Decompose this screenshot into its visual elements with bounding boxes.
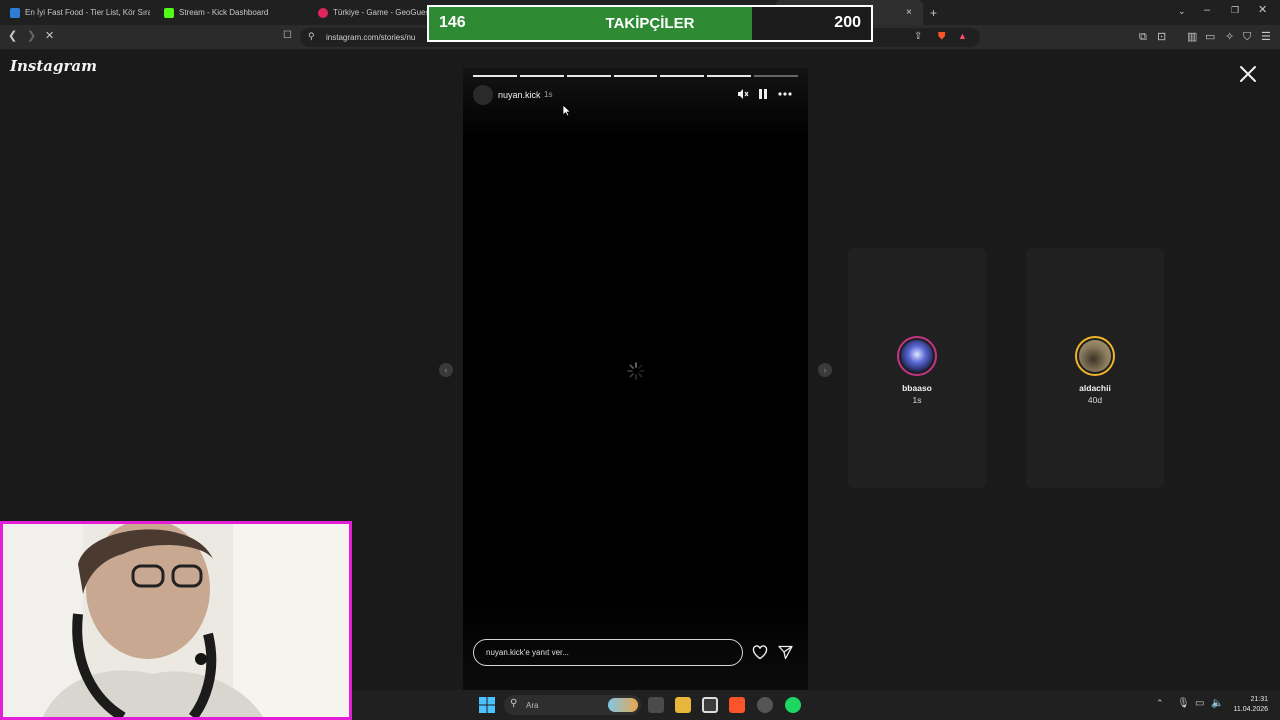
story-progress-segment [613, 75, 658, 77]
previous-story-icon[interactable]: ‹ [439, 363, 453, 377]
microphone-icon[interactable]: 🎙 [1177, 699, 1190, 709]
next-story-icon[interactable]: › [818, 363, 832, 377]
tab-list-icon[interactable]: ⌄ [1178, 7, 1186, 16]
story-progress-segment [519, 75, 564, 77]
preview-time: 1s [912, 395, 922, 405]
story-username[interactable]: nuyan.kick [498, 90, 541, 100]
new-tab-button[interactable]: + [930, 0, 937, 25]
window-close-icon[interactable]: ✕ [1258, 5, 1267, 16]
follower-count: 146 [439, 14, 466, 31]
bookmark-icon[interactable]: ☐ [283, 31, 292, 41]
avatar [1075, 336, 1115, 376]
avatar [897, 336, 937, 376]
tab-title: En İyi Fast Food - Tier List, Kör Sırala… [25, 8, 150, 17]
muted-icon[interactable] [737, 88, 749, 100]
wallet-icon[interactable]: ▭ [1205, 32, 1215, 43]
tab-title: Stream - Kick Dashboard [179, 8, 269, 17]
tab-geoguessr[interactable]: Türkiye - Game - GeoGuessr [318, 0, 428, 25]
preview-username: aldachii [1079, 383, 1111, 393]
like-heart-icon[interactable] [752, 645, 768, 660]
follower-goal-label: TAKİPÇİLER [605, 15, 695, 32]
task-view-icon[interactable] [648, 697, 664, 713]
minimize-icon[interactable]: – [1204, 5, 1210, 16]
close-stories-icon[interactable] [1238, 64, 1258, 84]
tray-overflow-icon[interactable]: ⌃ [1156, 699, 1164, 708]
webcam-feed-image [3, 524, 349, 717]
preview-time: 40d [1087, 395, 1103, 405]
site-info-icon[interactable]: ⚲ [308, 32, 315, 41]
brave-browser-icon[interactable] [729, 697, 745, 713]
tab-favicon [10, 7, 20, 18]
preview-username: bbaaso [902, 383, 932, 393]
story-progress-segment [660, 75, 705, 77]
story-progress-segment [473, 75, 517, 77]
send-direct-icon[interactable] [778, 645, 793, 660]
clock-date: 11.04.2026 [1233, 706, 1268, 713]
tab-kick-dashboard[interactable]: Stream - Kick Dashboard [164, 0, 304, 25]
search-highlight-icon [608, 698, 638, 712]
reply-input[interactable]: nuyan.kick'e yanıt ver... [473, 639, 743, 666]
geoguessr-icon [318, 7, 328, 18]
story-progress-segment [754, 75, 798, 77]
url-text: instagram.com/stories/nu [326, 33, 416, 42]
close-tab-icon[interactable]: × [906, 7, 912, 18]
loading-spinner-icon [627, 362, 645, 380]
sidebar-icon[interactable]: ▥ [1187, 32, 1197, 43]
volume-icon[interactable]: 🔈 [1211, 699, 1223, 709]
tab-tier-list[interactable]: En İyi Fast Food - Tier List, Kör Sırala… [10, 0, 150, 25]
share-icon[interactable]: ⇪ [914, 32, 922, 42]
network-icon[interactable]: ▭ [1195, 699, 1204, 709]
taskbar-clock[interactable]: 21:31 11.04.2026 [1224, 695, 1268, 715]
forward-icon[interactable]: ❯ [27, 31, 36, 42]
webcam-overlay [0, 521, 352, 720]
menu-icon[interactable]: ☰ [1261, 32, 1271, 43]
file-explorer-icon[interactable] [675, 697, 691, 713]
avatar[interactable] [473, 85, 493, 105]
spotify-icon[interactable] [785, 697, 801, 713]
pause-icon[interactable] [758, 88, 768, 100]
stop-loading-icon[interactable]: ✕ [45, 31, 54, 42]
follower-goal-target: 200 [834, 14, 861, 31]
follower-goal-overlay: TAKİPÇİLER 146 200 [427, 5, 873, 42]
back-icon[interactable]: ❮ [8, 31, 17, 42]
search-placeholder: Ara [526, 700, 539, 710]
next-story-preview[interactable]: bbaaso 1s [848, 248, 986, 488]
restore-icon[interactable]: ❐ [1231, 6, 1239, 15]
next-story-preview[interactable]: aldachii 40d [1026, 248, 1164, 488]
reply-placeholder: nuyan.kick'e yanıt ver... [486, 648, 569, 657]
mouse-cursor-icon [562, 104, 571, 117]
extensions-icon[interactable]: ⧉ [1139, 32, 1147, 43]
store-icon[interactable] [702, 697, 718, 713]
windows-start-icon[interactable] [479, 697, 495, 713]
obs-icon[interactable] [757, 697, 773, 713]
brave-rewards-icon[interactable]: ▲ [958, 32, 967, 41]
more-options-icon[interactable] [778, 91, 792, 97]
story-progress-segment [566, 75, 611, 77]
leo-ai-icon[interactable]: ✧ [1225, 32, 1234, 43]
story-time: 1s [544, 90, 553, 99]
follower-goal-bar: TAKİPÇİLER 146 200 [429, 7, 871, 40]
kick-icon [164, 7, 174, 18]
screenshot-icon[interactable]: ⊡ [1157, 32, 1166, 43]
vpn-icon[interactable]: ⛉ [1243, 32, 1251, 43]
clock-time: 21:31 [1250, 696, 1268, 703]
search-icon: ⚲ [510, 698, 518, 709]
taskbar-search[interactable]: ⚲ Ara [504, 695, 641, 715]
instagram-logo[interactable]: Instagram [10, 57, 97, 75]
story-viewer[interactable]: nuyan.kick 1s nuyan.kick'e yanıt ver... [463, 68, 808, 690]
tab-title: Türkiye - Game - GeoGuessr [333, 8, 428, 17]
story-progress-segment [707, 75, 752, 77]
brave-shields-icon[interactable]: ⛊ [938, 32, 946, 42]
